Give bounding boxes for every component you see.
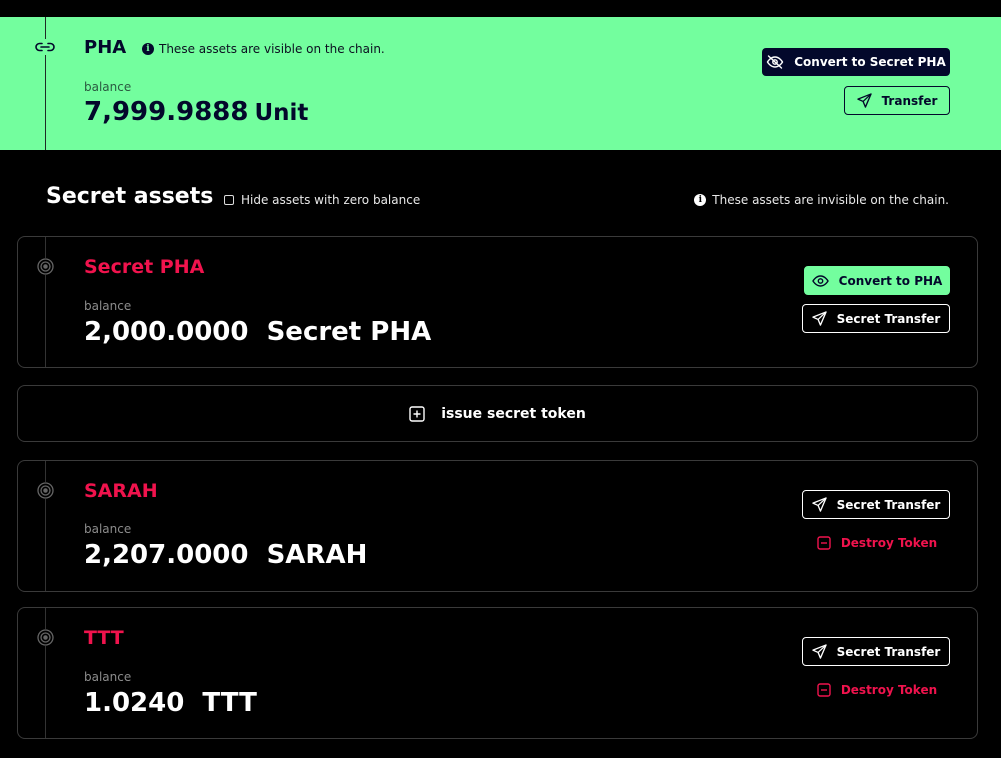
- coin-icon: [37, 482, 54, 499]
- balance-label: balance: [84, 670, 132, 684]
- public-asset-card: PHA i These assets are visible on the ch…: [0, 17, 1001, 150]
- destroy-token-button[interactable]: Destroy Token: [804, 679, 950, 701]
- asset-name: SARAH: [84, 480, 158, 502]
- convert-to-secret-button[interactable]: Convert to Secret PHA: [762, 48, 950, 76]
- hide-zero-balance-label: Hide assets with zero balance: [241, 193, 421, 207]
- hide-zero-balance-checkbox[interactable]: Hide assets with zero balance: [224, 193, 420, 207]
- balance-value: 1.0240 TTT: [84, 688, 257, 718]
- secret-visibility-notice-text: These assets are invisible on the chain.: [712, 193, 949, 207]
- balance-value: 2,000.0000 Secret PHA: [84, 317, 432, 347]
- destroy-token-button[interactable]: Destroy Token: [804, 532, 950, 554]
- checkbox-box[interactable]: [224, 195, 234, 205]
- minus-square-icon: [817, 683, 831, 697]
- secret-transfer-button[interactable]: Secret Transfer: [802, 637, 950, 666]
- destroy-token-label: Destroy Token: [840, 536, 938, 550]
- info-icon: i: [694, 194, 707, 206]
- card-timeline-line: [45, 237, 46, 367]
- asset-name: Secret PHA: [84, 256, 205, 278]
- secret-transfer-button[interactable]: Secret Transfer: [802, 490, 950, 519]
- card-timeline-line: [45, 461, 46, 591]
- asset-name: TTT: [84, 627, 124, 649]
- minus-square-icon: [817, 536, 831, 550]
- convert-to-pha-button[interactable]: Convert to PHA: [804, 266, 950, 295]
- issue-secret-token-button[interactable]: issue secret token: [17, 385, 978, 442]
- coin-icon: [37, 629, 54, 646]
- balance-unit: Unit: [254, 100, 309, 126]
- secret-transfer-label: Secret Transfer: [836, 497, 941, 512]
- secret-transfer-button[interactable]: Secret Transfer: [802, 304, 950, 333]
- send-icon: [856, 93, 872, 108]
- plus-square-icon: [409, 405, 425, 422]
- balance-value: 7,999.9888 Unit: [84, 97, 308, 127]
- token-card: SARAH balance 2,207.0000 SARAH Secret Tr…: [17, 460, 978, 592]
- secret-transfer-label: Secret Transfer: [836, 644, 941, 659]
- token-card: TTT balance 1.0240 TTT Secret Transfer D…: [17, 607, 978, 739]
- send-icon: [811, 497, 827, 512]
- secret-pha-card: Secret PHA balance 2,000.0000 Secret PHA…: [17, 236, 978, 368]
- secret-transfer-label: Secret Transfer: [836, 311, 941, 326]
- transfer-button[interactable]: Transfer: [844, 86, 950, 115]
- coin-icon: [37, 258, 54, 275]
- info-icon: i: [142, 43, 154, 55]
- transfer-label: Transfer: [881, 93, 938, 108]
- convert-to-secret-label: Convert to Secret PHA: [794, 55, 946, 69]
- balance-label: balance: [84, 522, 132, 536]
- visibility-notice-text: These assets are visible on the chain.: [159, 42, 385, 56]
- card-timeline-line: [45, 608, 46, 738]
- convert-to-pha-label: Convert to PHA: [838, 273, 943, 288]
- balance-label: balance: [84, 80, 132, 94]
- balance-amount: 7,999.9888: [84, 97, 249, 127]
- eye-off-icon: [766, 55, 784, 69]
- balance-label: balance: [84, 299, 132, 313]
- secret-visibility-notice: i These assets are invisible on the chai…: [694, 193, 949, 207]
- eye-icon: [811, 274, 829, 287]
- balance-value: 2,207.0000 SARAH: [84, 540, 368, 570]
- link-icon: [34, 39, 56, 55]
- card-timeline-line: [45, 17, 46, 150]
- issue-secret-token-label: issue secret token: [441, 405, 586, 422]
- section-title: Secret assets: [46, 184, 214, 209]
- visibility-notice: i These assets are visible on the chain.: [142, 42, 385, 56]
- destroy-token-label: Destroy Token: [840, 683, 938, 697]
- asset-name: PHA: [84, 37, 127, 58]
- send-icon: [811, 644, 827, 659]
- send-icon: [811, 311, 827, 326]
